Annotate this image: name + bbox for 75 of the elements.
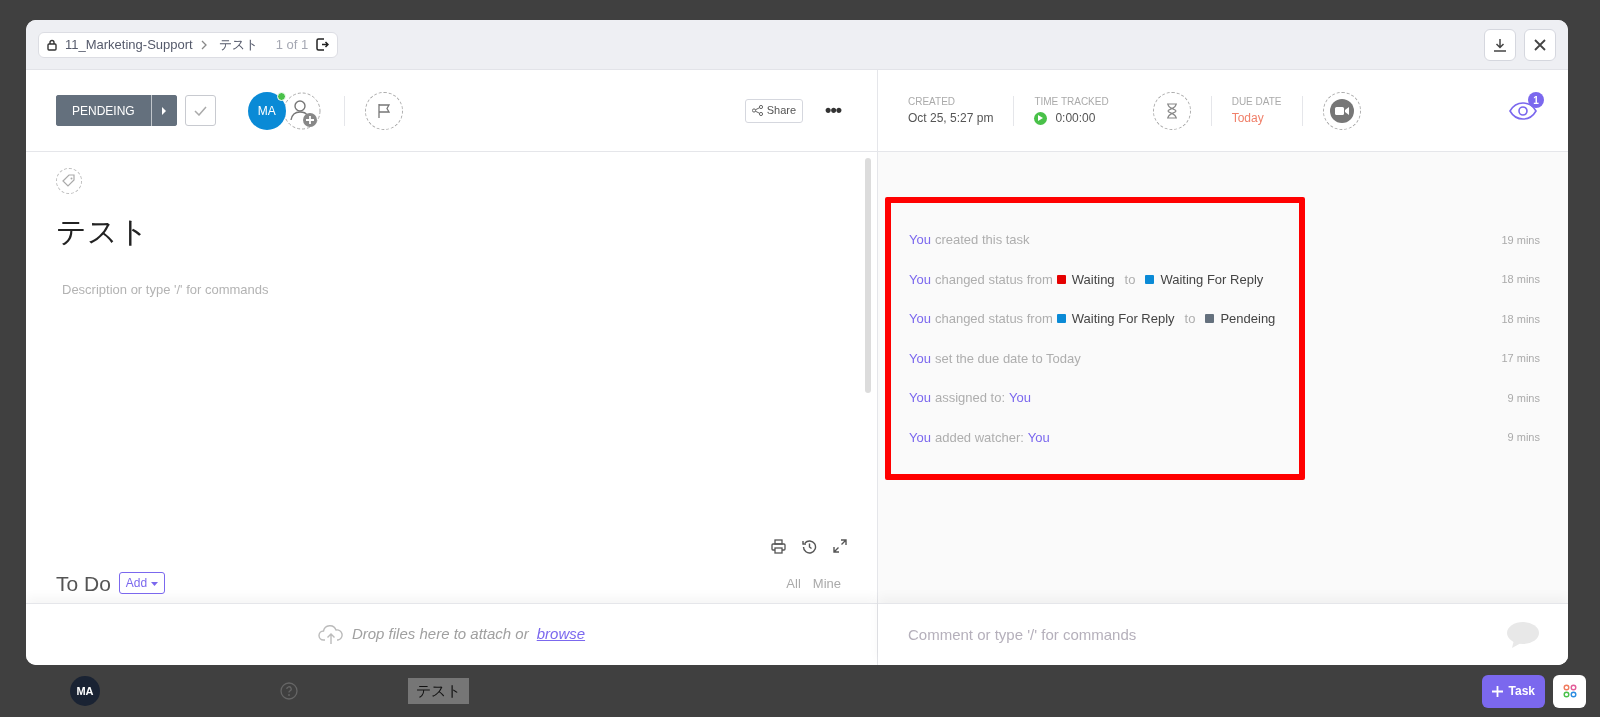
next-status-button[interactable]	[150, 95, 177, 126]
activity-time: 17 mins	[1501, 351, 1540, 366]
new-task-button[interactable]: Task	[1481, 674, 1545, 708]
add-dropdown[interactable]: Add	[118, 572, 165, 595]
more-button[interactable]: •••	[819, 96, 847, 125]
chevron-icon	[200, 39, 207, 50]
user-link[interactable]: You	[1009, 388, 1031, 408]
user-link[interactable]: You	[909, 309, 931, 329]
apps-icon	[1562, 684, 1577, 698]
filter-tab[interactable]: All	[780, 573, 807, 593]
check-icon	[193, 105, 207, 116]
status-name: Waiting For Reply	[1071, 310, 1175, 328]
task-name[interactable]: テスト	[408, 677, 469, 705]
activity-time: 9 mins	[1507, 430, 1540, 445]
user-link[interactable]: You	[909, 269, 931, 289]
activity-time: 18 mins	[1501, 272, 1540, 287]
list-link[interactable]: 11_Marketing-Support	[65, 34, 193, 55]
activity-text: added watcher:	[934, 428, 1024, 447]
activity-text: to	[1184, 310, 1196, 328]
activity-text: created this task	[934, 231, 1030, 249]
close-button[interactable]	[1524, 28, 1556, 61]
expand-icon[interactable]	[833, 538, 847, 553]
workspace-logo[interactable]: MA	[70, 676, 100, 706]
activity-time: 18 mins	[1501, 311, 1540, 327]
watcher-count-badge: 1	[1528, 92, 1544, 109]
user-link[interactable]: You	[909, 348, 931, 368]
hourglass-icon	[1165, 102, 1178, 119]
dropzone-text: Drop files here to attach or	[351, 624, 529, 645]
lock-icon	[47, 38, 57, 51]
user-link[interactable]: You	[909, 388, 931, 408]
close-icon	[1533, 37, 1547, 52]
activity-text: assigned to:	[934, 389, 1006, 407]
status-name: Pendeing	[1220, 310, 1276, 328]
export-icon[interactable]	[316, 38, 330, 51]
user-link[interactable]: You	[909, 427, 931, 447]
activity-time: 9 mins	[1507, 390, 1540, 406]
activity-text: changed status from	[934, 310, 1053, 328]
activity-text: to	[1124, 270, 1136, 289]
apps-button[interactable]	[1553, 674, 1586, 708]
task-title[interactable]: テスト	[56, 214, 847, 250]
filter-tab[interactable]: Mine	[806, 573, 847, 593]
complete-checkbox[interactable]	[184, 95, 216, 126]
status-name: Waiting	[1071, 270, 1115, 289]
description-placeholder[interactable]: Description or type '/' for commands	[62, 280, 847, 300]
play-icon[interactable]	[1034, 111, 1048, 125]
activity-time: 19 mins	[1501, 232, 1540, 248]
activity-text: changed status from	[934, 270, 1053, 289]
task-crumb: テスト	[218, 35, 258, 54]
section-title: To Do	[56, 570, 111, 597]
meta-label: DUE DATE	[1231, 95, 1282, 109]
print-icon[interactable]	[771, 538, 786, 554]
user-link[interactable]: You	[909, 230, 931, 250]
download-button[interactable]	[1484, 28, 1516, 61]
cloud-upload-icon	[317, 624, 344, 645]
share-button[interactable]: Share	[744, 98, 804, 123]
caret-icon	[161, 106, 168, 115]
download-icon	[1493, 37, 1507, 52]
meta-label: TIME TRACKED	[1034, 95, 1109, 109]
tracked-time: 0:00:00	[1055, 110, 1096, 127]
status-button[interactable]: PENDEING	[56, 95, 177, 126]
flag-icon	[376, 102, 391, 119]
meta-value: Oct 25, 5:27 pm	[908, 110, 994, 127]
history-icon[interactable]	[802, 538, 817, 554]
attachment-dropzone[interactable]: Drop files here to attach or browse	[26, 603, 877, 665]
share-icon	[751, 105, 763, 116]
task-counter: 1 of 1	[275, 35, 309, 54]
status-name: Waiting For Reply	[1160, 270, 1264, 289]
due-date[interactable]: Today	[1231, 109, 1282, 127]
assignee-avatar[interactable]: MA	[247, 91, 286, 130]
meta-label: CREATED	[908, 95, 957, 109]
user-link[interactable]: You	[1027, 427, 1050, 447]
browse-link[interactable]: browse	[536, 623, 586, 646]
caret-icon	[150, 581, 158, 587]
plus-icon	[1491, 685, 1503, 697]
activity-text: set the due date to Today	[934, 349, 1081, 368]
